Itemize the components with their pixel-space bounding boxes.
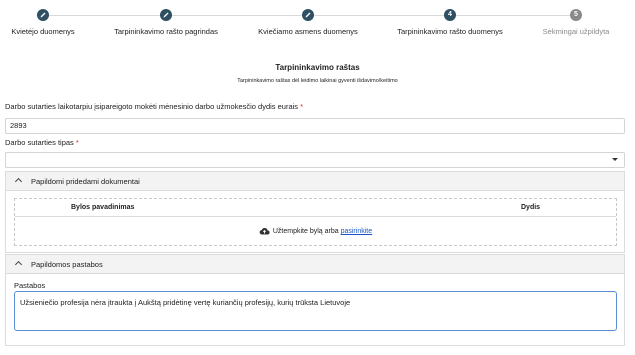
pencil-icon: [160, 9, 172, 21]
contract-type-label: Darbo sutarties tipas *: [5, 138, 79, 147]
notes-panel: Papildomos pastabos Pastabos Užsieniečio…: [5, 254, 625, 346]
required-mark: *: [75, 138, 79, 147]
stepper: Kvietėjo duomenys Tarpininkavimo rašto p…: [0, 0, 635, 44]
salary-label-text: Darbo sutarties laikotarpiu įsipareigoto…: [5, 102, 299, 111]
step-3[interactable]: Kviečiamo asmens duomenys: [243, 9, 373, 36]
step-2[interactable]: Tarpininkavimo rašto pagrindas: [101, 9, 231, 36]
salary-input[interactable]: 2893: [5, 118, 625, 134]
step-label: Kvietėjo duomenys: [11, 27, 75, 36]
caret-down-icon: [612, 158, 618, 161]
column-file-name: Bylos pavadinimas: [71, 204, 135, 211]
contract-type-label-text: Darbo sutarties tipas: [5, 138, 74, 147]
pencil-icon: [302, 9, 314, 21]
upload-prompt: Užtempkite bylą arba pasirinkite: [15, 217, 616, 246]
contract-type-select[interactable]: [5, 152, 625, 168]
upload-dropzone[interactable]: Bylos pavadinimas Dydis Užtempkite bylą …: [14, 198, 617, 246]
chevron-up-icon: [14, 260, 23, 269]
upload-text: Užtempkite bylą arba: [272, 228, 339, 235]
step-number: 4: [444, 9, 456, 21]
upload-table-header: Bylos pavadinimas Dydis: [15, 199, 616, 217]
notes-panel-header[interactable]: Papildomos pastabos: [6, 255, 624, 274]
documents-panel: Papildomi pridedami dokumentai Bylos pav…: [5, 171, 625, 253]
step-5[interactable]: 5 Sėkmingai užpildyta: [511, 9, 635, 36]
notes-label: Pastabos: [14, 281, 46, 290]
step-1[interactable]: Kvietėjo duomenys: [0, 9, 108, 36]
step-label: Tarpininkavimo rašto duomenys: [397, 27, 503, 36]
required-mark: *: [300, 102, 304, 111]
documents-panel-header[interactable]: Papildomi pridedami dokumentai: [6, 172, 624, 191]
step-label: Kviečiamo asmens duomenys: [258, 27, 358, 36]
page-subtitle: Tarpininkavimo raštas dėl leidimo laikin…: [237, 78, 398, 84]
step-label: Tarpininkavimo rašto pagrindas: [114, 27, 218, 36]
salary-label: Darbo sutarties laikotarpiu įsipareigoto…: [5, 102, 303, 111]
step-label: Sėkmingai užpildyta: [542, 27, 610, 36]
notes-panel-title: Papildomos pastabos: [31, 260, 103, 269]
step-4[interactable]: 4 Tarpininkavimo rašto duomenys: [385, 9, 515, 36]
page-title: Tarpininkavimo raštas: [275, 63, 360, 72]
notes-textarea[interactable]: Užsieniečio profesija nėra įtraukta į Au…: [14, 291, 617, 331]
step-number: 5: [570, 9, 582, 21]
cloud-upload-icon: [259, 227, 270, 235]
pencil-icon: [37, 9, 49, 21]
chevron-up-icon: [14, 177, 23, 186]
choose-file-link[interactable]: pasirinkite: [341, 228, 373, 235]
documents-panel-title: Papildomi pridedami dokumentai: [31, 177, 140, 186]
column-size: Dydis: [521, 204, 541, 211]
